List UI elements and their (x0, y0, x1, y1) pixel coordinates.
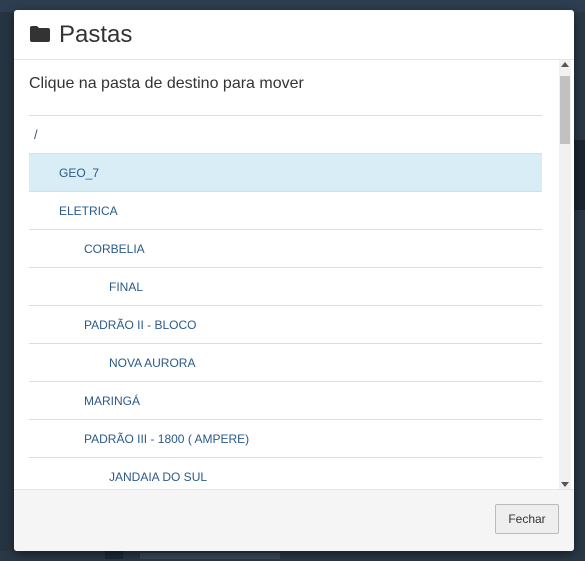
scroll-down-icon[interactable] (561, 482, 569, 487)
modal-header: Pastas (14, 10, 574, 60)
background-item (105, 551, 123, 559)
folder-label: NOVA AURORA (109, 355, 196, 370)
folders-modal: Pastas Clique na pasta de destino para m… (14, 10, 574, 551)
modal-body: Clique na pasta de destino para mover / … (14, 60, 574, 490)
folder-row-maringa[interactable]: MARINGÁ (29, 382, 542, 420)
folder-icon (30, 25, 59, 42)
folder-label: CORBELIA (84, 241, 145, 256)
folder-row-corbelia[interactable]: CORBELIA (29, 230, 542, 268)
folder-row-final[interactable]: FINAL (29, 268, 542, 306)
folder-label: PADRÃO III - 1800 ( AMPERE) (84, 431, 250, 446)
modal-footer: Fechar (14, 489, 574, 551)
folder-list: / GEO_7 ELETRICA CORBELIA FINAL PADRÃO I… (29, 115, 542, 490)
background-text (140, 553, 280, 559)
folder-row-padrao-ii[interactable]: PADRÃO II - BLOCO (29, 306, 542, 344)
close-button[interactable]: Fechar (495, 504, 559, 534)
folder-label: ELETRICA (59, 203, 118, 218)
folder-row-jandaia[interactable]: JANDAIA DO SUL (29, 458, 542, 490)
modal-title: Pastas (59, 20, 133, 48)
folder-row-geo7[interactable]: GEO_7 (29, 154, 542, 192)
folder-label: PADRÃO II - BLOCO (84, 317, 197, 332)
background-footer (0, 551, 585, 561)
folder-label: JANDAIA DO SUL (109, 469, 208, 484)
instruction-text: Clique na pasta de destino para mover (29, 75, 304, 92)
folder-row-eletrica[interactable]: ELETRICA (29, 192, 542, 230)
folder-label: FINAL (109, 279, 144, 294)
folder-row-nova-aurora[interactable]: NOVA AURORA (29, 344, 542, 382)
folder-row-root[interactable]: / (29, 116, 542, 154)
vertical-scrollbar[interactable] (559, 60, 571, 490)
folder-label: / (34, 127, 38, 142)
folder-label: MARINGÁ (84, 393, 141, 408)
folder-row-padrao-iii[interactable]: PADRÃO III - 1800 ( AMPERE) (29, 420, 542, 458)
scroll-up-icon[interactable] (561, 62, 569, 67)
folder-label: GEO_7 (59, 165, 100, 180)
scroll-thumb[interactable] (560, 76, 570, 144)
